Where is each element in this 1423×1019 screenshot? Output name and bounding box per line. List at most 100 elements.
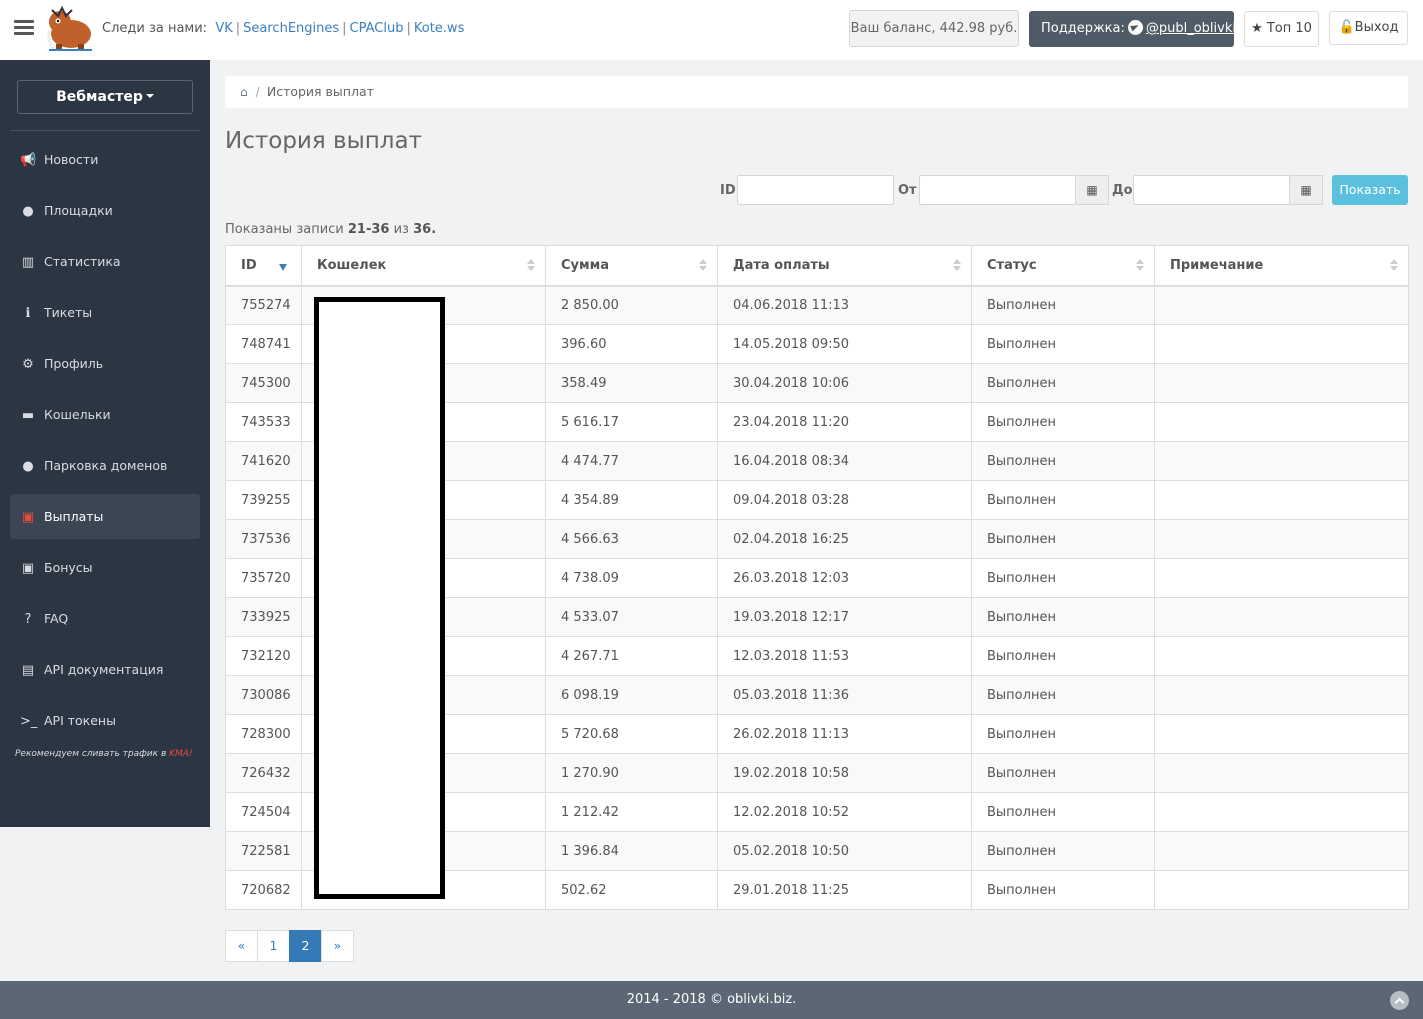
cell-status: Выполнен [971, 870, 1155, 910]
mammoth-logo[interactable] [44, 4, 94, 52]
calendar-icon[interactable]: ▦ [1290, 175, 1323, 205]
sidebar-item-wallets[interactable]: ▬ Кошельки [10, 392, 200, 437]
sidebar-item-label: API токены [44, 713, 116, 728]
cell-id: 724504 [225, 792, 302, 832]
sidebar-item-payouts[interactable]: ▣ Выплаты [10, 494, 200, 539]
to-date-input[interactable] [1133, 175, 1290, 205]
col-header-label: Сумма [561, 257, 610, 273]
id-filter-input[interactable] [737, 175, 894, 205]
telegram-icon [1127, 20, 1143, 35]
sidebar-item-label: Площадки [44, 203, 113, 218]
support-button[interactable]: Поддержка: @publ_oblivki [1029, 11, 1236, 47]
cell-id: 755274 [225, 285, 302, 325]
pagination-next[interactable]: » [321, 930, 354, 962]
cell-id: 720682 [225, 870, 302, 910]
sidebar-item-tickets[interactable]: ℹ Тикеты [10, 290, 200, 335]
cell-date: 12.02.2018 10:52 [717, 792, 972, 832]
link-searchengines[interactable]: SearchEngines [243, 21, 339, 36]
scroll-top-icon[interactable] [1390, 991, 1409, 1010]
pagination: « 1 2 » [225, 930, 354, 962]
cell-date: 16.04.2018 08:34 [717, 441, 972, 481]
cell-amount: 1 396.84 [545, 831, 718, 871]
cell-amount: 4 533.07 [545, 597, 718, 637]
link-cpaclub[interactable]: CPAClub [350, 21, 404, 36]
sidebar-item-api-tokens[interactable]: >_ API токены [10, 698, 200, 743]
menu-toggle-icon[interactable] [14, 20, 34, 36]
logout-label: Выход [1354, 20, 1399, 35]
money-icon: ▣ [21, 510, 35, 525]
home-icon[interactable]: ⌂ [240, 76, 248, 108]
col-header-id[interactable]: ID [225, 245, 302, 287]
col-header-label: Статус [987, 257, 1037, 273]
col-header-label: Дата оплаты [733, 257, 830, 273]
sidebar-item-label: Выплаты [44, 509, 104, 524]
sidebar-item-profile[interactable]: ⚙ Профиль [10, 341, 200, 386]
top10-button[interactable]: ★ Топ 10 [1244, 11, 1319, 47]
footer: 2014 - 2018 © oblivki.biz. [0, 981, 1423, 1019]
cell-date: 23.04.2018 11:20 [717, 402, 972, 442]
cell-note [1154, 792, 1409, 832]
cell-note [1154, 675, 1409, 715]
cell-amount: 5 616.17 [545, 402, 718, 442]
cell-note [1154, 363, 1409, 403]
cell-id: 730086 [225, 675, 302, 715]
summary-prefix: Показаны записи [225, 222, 344, 237]
role-dropdown[interactable]: Вебмастер [17, 80, 193, 114]
cell-note [1154, 441, 1409, 481]
top-bar: Следи за нами: VK | SearchEngines | CPAClub |… [0, 0, 1423, 60]
sidebar-item-domain-parking[interactable]: ● Парковка доменов [10, 443, 200, 488]
recommend-text: Рекомендуем сливать трафик в KMA! [15, 749, 193, 759]
credit-card-icon: ▬ [21, 408, 35, 423]
col-header-label: Кошелек [317, 257, 387, 273]
sidebar-item-bonuses[interactable]: ▣ Бонусы [10, 545, 200, 590]
pagination-page-1[interactable]: 1 [257, 930, 290, 962]
cell-date: 26.02.2018 11:13 [717, 714, 972, 754]
link-vk[interactable]: VK [215, 21, 232, 36]
kma-link[interactable]: KMA! [169, 749, 192, 759]
sidebar-item-faq[interactable]: ? FAQ [10, 596, 200, 641]
cell-amount: 4 566.63 [545, 519, 718, 559]
role-label: Вебмастер [56, 89, 143, 105]
cell-note [1154, 714, 1409, 754]
sidebar-item-news[interactable]: 📢 Новости [10, 137, 200, 182]
from-date-input[interactable] [919, 175, 1076, 205]
pagination-prev[interactable]: « [225, 930, 258, 962]
sidebar-item-api-docs[interactable]: ▤ API документация [10, 647, 200, 692]
redaction-box [314, 297, 445, 899]
sidebar-item-sites[interactable]: ● Площадки [10, 188, 200, 233]
col-header-note[interactable]: Примечание [1154, 245, 1409, 287]
to-filter-label: До [1112, 183, 1133, 198]
link-kote[interactable]: Kote.ws [414, 21, 464, 36]
cell-status: Выполнен [971, 285, 1155, 325]
pagination-page-2[interactable]: 2 [289, 930, 322, 962]
cell-date: 14.05.2018 09:50 [717, 324, 972, 364]
globe-icon: ● [22, 204, 34, 219]
sort-icon [953, 259, 961, 273]
cell-date: 04.06.2018 11:13 [717, 285, 972, 325]
cell-amount: 4 738.09 [545, 558, 718, 598]
sidebar-item-label: API документация [44, 662, 164, 677]
cell-note [1154, 324, 1409, 364]
cell-note [1154, 597, 1409, 637]
sort-icon [699, 259, 707, 273]
col-header-amount[interactable]: Сумма [545, 245, 718, 287]
cell-note [1154, 285, 1409, 325]
support-link[interactable]: @publ_oblivki [1146, 21, 1236, 36]
cell-note [1154, 831, 1409, 871]
cell-amount: 1 270.90 [545, 753, 718, 793]
logout-button[interactable]: 🔓Выход [1329, 11, 1408, 45]
cell-date: 12.03.2018 11:53 [717, 636, 972, 676]
calendar-icon[interactable]: ▦ [1076, 175, 1109, 205]
sort-icon [1390, 259, 1398, 273]
bar-chart-icon: ▥ [21, 255, 35, 270]
col-header-wallet[interactable]: Кошелек [301, 245, 546, 287]
cell-note [1154, 558, 1409, 598]
sidebar-item-stats[interactable]: ▥ Статистика [10, 239, 200, 284]
show-button[interactable]: Показать [1332, 175, 1408, 205]
cell-status: Выполнен [971, 558, 1155, 598]
col-header-date[interactable]: Дата оплаты [717, 245, 972, 287]
col-header-status[interactable]: Статус [971, 245, 1155, 287]
sidebar-item-label: Кошельки [44, 407, 111, 422]
cell-amount: 4 474.77 [545, 441, 718, 481]
cell-status: Выполнен [971, 675, 1155, 715]
